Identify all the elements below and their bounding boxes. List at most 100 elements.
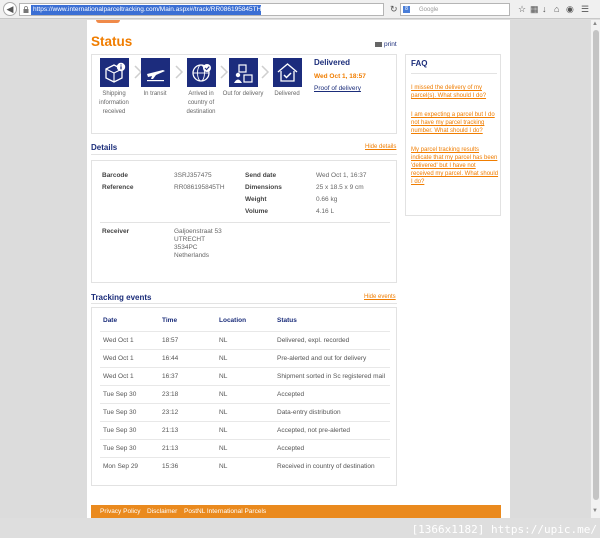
event-status: Accepted, not pre-alerted xyxy=(277,427,350,434)
step-label: Arrived in country of destination xyxy=(186,91,216,115)
postnl-logo xyxy=(96,20,120,23)
event-location: NL xyxy=(219,373,228,380)
step-in-transit: In transit xyxy=(133,58,177,99)
divider xyxy=(100,222,390,223)
weight-label: Weight xyxy=(245,196,267,203)
faq-link-delivered-not-received[interactable]: My parcel tracking results indicate that… xyxy=(411,146,499,186)
tracking-events-heading: Tracking events xyxy=(91,293,152,302)
reload-icon[interactable]: ↻ xyxy=(390,5,398,14)
lock-icon xyxy=(23,6,29,13)
current-status: Delivered xyxy=(314,58,351,67)
step-out-for-delivery: Out for delivery xyxy=(221,58,265,99)
print-label[interactable]: print xyxy=(384,41,397,48)
event-date: Tue Sep 30 xyxy=(103,409,137,416)
event-location: NL xyxy=(219,463,228,470)
step-label: In transit xyxy=(143,91,167,97)
column-date: Date xyxy=(103,317,118,324)
url-text[interactable]: https://www.internationalparceltracking.… xyxy=(31,5,261,15)
details-panel: Barcode 3SRJ357475 Reference RR086195845… xyxy=(91,160,397,283)
tracking-page: Status print Shipping information receiv… xyxy=(87,20,510,518)
table-row: Wed Oct 1 18:57 NL Delivered, expl. recorde… xyxy=(100,331,390,349)
step-label: Delivered xyxy=(274,91,300,97)
pocket-icon[interactable]: ◉ xyxy=(566,4,574,14)
step-arrived-destination: Arrived in country of destination xyxy=(179,58,223,117)
column-time: Time xyxy=(162,317,178,324)
divider xyxy=(91,154,397,155)
event-status: Received in country of destination xyxy=(277,463,375,470)
table-row: Tue Sep 30 21:13 NL Accepted, not pre-alert… xyxy=(100,421,390,439)
faq-link-no-tracking-number[interactable]: I am expecting a parcel but I do not hav… xyxy=(411,111,499,135)
footer-link-postnl-parcels[interactable]: PostNL International Parcels xyxy=(184,508,266,515)
star-icon[interactable]: ☆ xyxy=(518,4,526,14)
search-engine-icon[interactable]: 8 xyxy=(403,6,410,13)
delivery-person-icon xyxy=(228,58,258,87)
event-date: Tue Sep 30 xyxy=(103,427,137,434)
hide-events-link[interactable]: Hide events xyxy=(364,294,396,300)
search-bar[interactable]: 8 Google xyxy=(400,3,510,16)
event-date: Tue Sep 30 xyxy=(103,445,137,452)
event-time: 16:44 xyxy=(162,355,179,362)
dimensions-label: Dimensions xyxy=(245,184,282,191)
search-placeholder[interactable]: Google xyxy=(419,5,438,15)
package-info-icon xyxy=(99,58,129,87)
browser-window: ◀ https://www.internationalparceltrackin… xyxy=(0,0,600,538)
step-delivered: Delivered xyxy=(265,58,309,99)
back-icon[interactable]: ◀ xyxy=(3,2,17,16)
receiver-address-line: Netherlands xyxy=(174,252,210,259)
page-viewport: Status print Shipping information receiv… xyxy=(0,20,600,518)
event-time: 23:12 xyxy=(162,409,179,416)
event-time: 18:57 xyxy=(162,337,179,344)
event-status: Accepted xyxy=(277,445,305,452)
event-status: Pre-alerted and out for delivery xyxy=(277,355,367,362)
event-status: Shipment sorted in Sc registered mail xyxy=(277,373,386,380)
event-location: NL xyxy=(219,355,228,362)
reading-list-icon[interactable]: ▦ xyxy=(530,4,539,14)
event-time: 23:18 xyxy=(162,391,179,398)
event-time: 15:36 xyxy=(162,463,179,470)
home-icon[interactable]: ⌂ xyxy=(554,4,559,14)
page-title: Status xyxy=(91,34,133,49)
volume-label: Volume xyxy=(245,208,268,215)
step-shipping-info: Shipping information received xyxy=(92,58,136,117)
url-bar[interactable]: https://www.internationalparceltracking.… xyxy=(19,3,384,16)
hide-details-link[interactable]: Hide details xyxy=(365,144,396,150)
event-date: Tue Sep 30 xyxy=(103,391,137,398)
volume-value: 4.16 L xyxy=(316,208,335,215)
event-location: NL xyxy=(219,391,228,398)
receiver-label: Receiver xyxy=(102,228,130,235)
faq-link-missed-delivery[interactable]: I missed the delivery of my parcel(s). W… xyxy=(411,84,499,100)
table-row: Tue Sep 30 23:18 NL Accepted xyxy=(100,385,390,403)
scroll-down-icon[interactable]: ▼ xyxy=(592,508,598,514)
tracking-events-table: Date Time Location Status Wed Oct 1 18:57… xyxy=(91,307,397,486)
column-status: Status xyxy=(277,317,297,324)
download-icon[interactable]: ↓ xyxy=(542,4,547,14)
menu-icon[interactable]: ☰ xyxy=(581,4,589,14)
table-row: Mon Sep 29 15:36 NL Received in country of … xyxy=(100,457,390,475)
vertical-scrollbar[interactable]: ▲ ▼ xyxy=(590,20,600,518)
barcode-value: 3SRJ357475 xyxy=(174,172,212,179)
event-date: Mon Sep 29 xyxy=(103,463,139,470)
footer-link-privacy[interactable]: Privacy Policy xyxy=(100,508,140,515)
current-status-date: Wed Oct 1, 18:57 xyxy=(314,73,366,80)
table-header: Date Time Location Status xyxy=(100,314,390,330)
reference-value: RR086195845TH xyxy=(174,184,225,191)
divider xyxy=(411,73,497,74)
table-row: Tue Sep 30 23:12 NL Data-entry distribution xyxy=(100,403,390,421)
scroll-up-icon[interactable]: ▲ xyxy=(592,21,598,27)
proof-of-delivery-link[interactable]: Proof of delivery xyxy=(314,85,361,92)
page-footer: Privacy Policy Disclaimer PostNL Interna… xyxy=(91,505,501,518)
step-label: Shipping information received xyxy=(99,91,129,115)
table-row: Tue Sep 30 21:13 NL Accepted xyxy=(100,439,390,457)
print-link[interactable]: print xyxy=(375,41,397,48)
event-location: NL xyxy=(219,427,228,434)
barcode-label: Barcode xyxy=(102,172,129,179)
house-check-icon xyxy=(272,58,302,87)
scrollbar-thumb[interactable] xyxy=(593,30,599,500)
print-icon xyxy=(375,41,382,47)
event-date: Wed Oct 1 xyxy=(103,337,134,344)
details-heading: Details xyxy=(91,143,118,152)
faq-panel: FAQ I missed the delivery of my parcel(s… xyxy=(405,54,501,216)
event-status: Delivered, expl. recorded xyxy=(277,337,350,344)
footer-link-disclaimer[interactable]: Disclaimer xyxy=(147,508,177,515)
event-date: Wed Oct 1 xyxy=(103,355,134,362)
